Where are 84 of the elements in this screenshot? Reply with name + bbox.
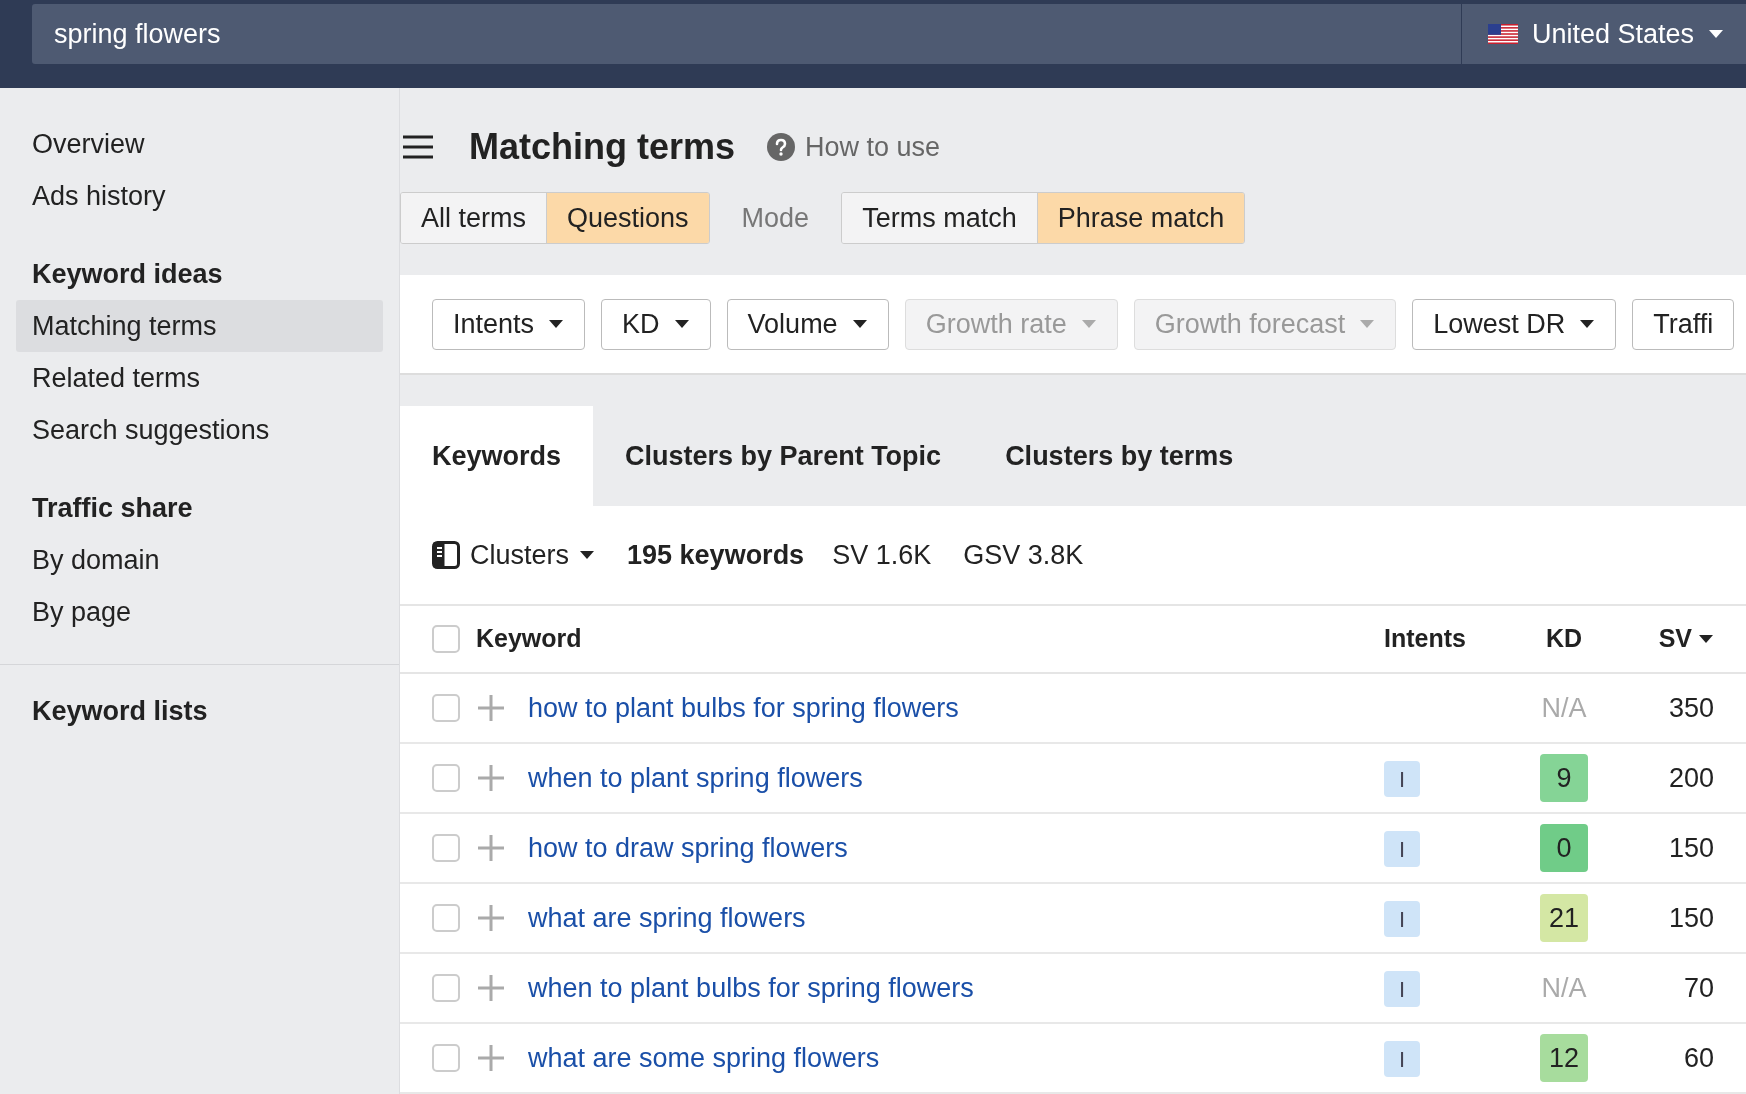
row-checkbox[interactable] xyxy=(432,834,460,862)
menu-icon[interactable] xyxy=(403,135,433,159)
column-header[interactable]: SV xyxy=(1614,620,1714,658)
filter-dropdown[interactable]: Lowest DR xyxy=(1412,298,1617,350)
kd-badge: 9 xyxy=(1540,754,1588,802)
sidebar-item[interactable]: Search suggestions xyxy=(16,404,383,456)
sv-value: 150 xyxy=(1667,901,1714,935)
sv-value: 60 xyxy=(1682,1041,1714,1075)
search-field[interactable]: spring flowers xyxy=(32,4,1461,64)
caret-icon xyxy=(1579,319,1596,329)
caret-icon xyxy=(851,319,868,329)
flag-icon xyxy=(1487,24,1518,44)
sidebar-item[interactable]: By page xyxy=(16,586,383,638)
column-header[interactable]: Keyword xyxy=(476,620,1384,658)
sv-total: SV 1.6K xyxy=(832,538,932,572)
sv-value: 200 xyxy=(1667,761,1714,795)
caret-icon xyxy=(1708,29,1724,39)
column-header[interactable]: Intents xyxy=(1384,620,1514,658)
clusters-dropdown[interactable]: Clusters xyxy=(432,534,596,576)
kd-badge: 12 xyxy=(1540,1034,1588,1082)
select-all-checkbox[interactable] xyxy=(432,625,460,653)
sv-value: 350 xyxy=(1667,691,1714,725)
page-title: Matching terms xyxy=(469,125,736,169)
filter-dropdown[interactable]: Volume xyxy=(726,298,889,350)
keyword-link[interactable]: what are some spring flowers xyxy=(528,1037,1384,1079)
plus-icon[interactable] xyxy=(478,1045,504,1071)
segment-tab[interactable]: Phrase match xyxy=(1036,193,1245,243)
caret-icon xyxy=(1080,319,1097,329)
how-to-use-link[interactable]: How to use xyxy=(767,126,941,168)
country-dropdown[interactable]: United States xyxy=(1460,4,1746,64)
row-checkbox[interactable] xyxy=(432,764,460,792)
plus-icon[interactable] xyxy=(478,905,504,931)
sidebar-heading: Traffic share xyxy=(31,491,194,525)
column-header[interactable]: KD xyxy=(1514,620,1614,658)
row-checkbox[interactable] xyxy=(432,974,460,1002)
caret-icon xyxy=(579,550,596,560)
filter-dropdown[interactable]: Traffi xyxy=(1632,298,1735,350)
kd-value: N/A xyxy=(1541,691,1587,725)
keyword-link[interactable]: how to draw spring flowers xyxy=(528,827,1384,869)
kd-badge: 21 xyxy=(1540,894,1588,942)
intent-badge: I xyxy=(1384,761,1420,798)
plus-icon[interactable] xyxy=(478,975,504,1001)
segment-tab[interactable]: Terms match xyxy=(842,193,1037,243)
row-checkbox[interactable] xyxy=(432,1044,460,1072)
sv-value: 150 xyxy=(1667,831,1714,865)
help-icon xyxy=(767,133,796,161)
plus-icon[interactable] xyxy=(478,835,504,861)
keyword-link[interactable]: when to plant spring flowers xyxy=(528,757,1384,799)
filter-dropdown[interactable]: Intents xyxy=(432,298,586,350)
plus-icon[interactable] xyxy=(478,695,504,721)
gsv-total: GSV 3.8K xyxy=(963,538,1084,572)
mode-label: Mode xyxy=(741,201,810,235)
intent-badge: I xyxy=(1384,1041,1420,1078)
caret-icon xyxy=(1359,319,1376,329)
sidebar-heading: Keyword ideas xyxy=(31,257,224,291)
caret-icon xyxy=(673,319,690,329)
filter-dropdown[interactable]: KD xyxy=(601,298,711,350)
view-tab[interactable]: Clusters by terms xyxy=(973,406,1266,506)
caret-icon xyxy=(1698,634,1714,644)
segment-tab[interactable]: Questions xyxy=(546,193,709,243)
row-checkbox[interactable] xyxy=(432,904,460,932)
plus-icon[interactable] xyxy=(478,765,504,791)
row-checkbox[interactable] xyxy=(432,694,460,722)
keyword-link[interactable]: when to plant bulbs for spring flowers xyxy=(528,967,1384,1009)
kd-value: N/A xyxy=(1541,971,1587,1005)
keyword-count: 195 keywords xyxy=(627,538,805,572)
sidebar-item[interactable]: Overview xyxy=(16,118,383,170)
view-tab[interactable]: Clusters by Parent Topic xyxy=(593,406,974,506)
sidebar-layout-icon xyxy=(432,541,460,569)
sidebar-item[interactable]: Ads history xyxy=(16,170,383,222)
segment-tab[interactable]: All terms xyxy=(401,193,546,243)
sidebar-item[interactable]: Related terms xyxy=(16,352,383,404)
keyword-link[interactable]: what are spring flowers xyxy=(528,897,1384,939)
sidebar-item[interactable]: By domain xyxy=(16,534,383,586)
intent-badge: I xyxy=(1384,971,1420,1008)
caret-icon xyxy=(548,319,565,329)
sv-value: 70 xyxy=(1682,971,1714,1005)
view-tab[interactable]: Keywords xyxy=(400,406,594,506)
kd-badge: 0 xyxy=(1540,824,1588,872)
intent-badge: I xyxy=(1384,831,1420,868)
sidebar-heading: Keyword lists xyxy=(32,694,209,728)
sidebar-item[interactable]: Matching terms xyxy=(16,300,383,352)
intent-badge: I xyxy=(1384,901,1420,938)
keyword-link[interactable]: how to plant bulbs for spring flowers xyxy=(528,687,1384,729)
